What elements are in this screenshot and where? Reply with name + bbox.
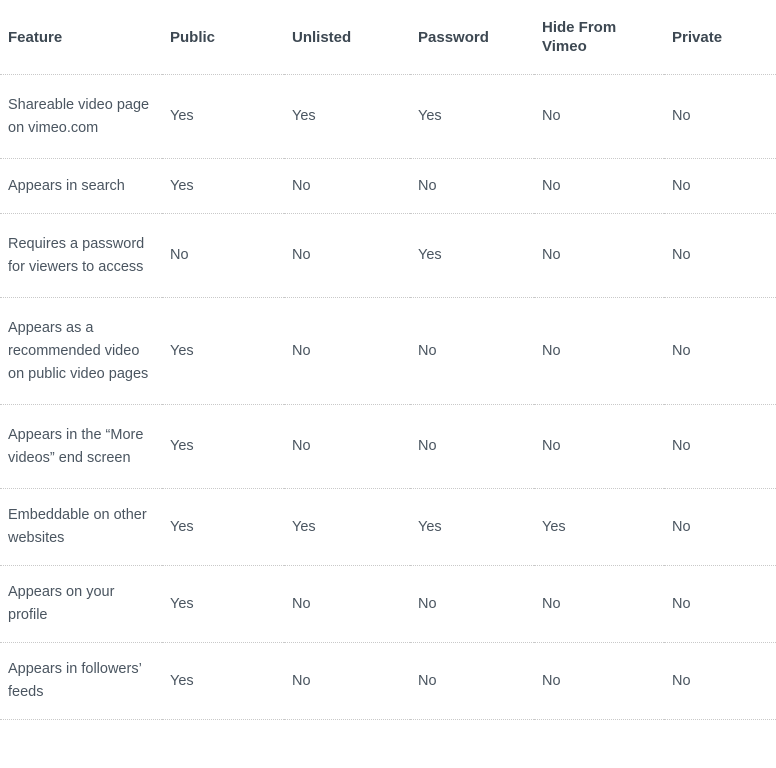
cell-public: Yes — [162, 297, 284, 405]
column-header-password: Password — [410, 0, 534, 75]
cell-public: Yes — [162, 404, 284, 489]
cell-public: Yes — [162, 74, 284, 159]
cell-hide-from-vimeo: Yes — [534, 488, 664, 566]
table-row: Appears on your profile Yes No No No No — [0, 565, 776, 643]
cell-password: No — [410, 404, 534, 489]
cell-public: No — [162, 213, 284, 298]
table-header: Feature Public Unlisted Password Hide Fr… — [0, 0, 776, 75]
cell-hide-from-vimeo: No — [534, 297, 664, 405]
table-row: Appears in followers’ feeds Yes No No No… — [0, 642, 776, 720]
cell-password: Yes — [410, 488, 534, 566]
cell-unlisted: No — [284, 213, 410, 298]
feature-label: Shareable video page on vimeo.com — [0, 74, 162, 159]
feature-label: Appears in the “More videos” end screen — [0, 404, 162, 489]
cell-hide-from-vimeo: No — [534, 74, 664, 159]
cell-public: Yes — [162, 158, 284, 214]
column-header-unlisted: Unlisted — [284, 0, 410, 75]
cell-unlisted: No — [284, 565, 410, 643]
cell-password: Yes — [410, 74, 534, 159]
cell-unlisted: No — [284, 404, 410, 489]
cell-unlisted: No — [284, 158, 410, 214]
cell-unlisted: No — [284, 297, 410, 405]
column-header-hide-from-vimeo: Hide From Vimeo — [534, 0, 664, 75]
cell-hide-from-vimeo: No — [534, 213, 664, 298]
cell-private: No — [664, 404, 776, 489]
cell-public: Yes — [162, 565, 284, 643]
column-header-feature: Feature — [0, 0, 162, 75]
cell-password: Yes — [410, 213, 534, 298]
cell-public: Yes — [162, 488, 284, 566]
cell-private: No — [664, 565, 776, 643]
feature-label: Appears in search — [0, 158, 162, 214]
cell-password: No — [410, 297, 534, 405]
table-body: Shareable video page on vimeo.com Yes Ye… — [0, 74, 776, 720]
cell-private: No — [664, 158, 776, 214]
feature-label: Appears on your profile — [0, 565, 162, 643]
cell-password: No — [410, 158, 534, 214]
privacy-comparison-table: Feature Public Unlisted Password Hide Fr… — [0, 0, 776, 720]
cell-unlisted: Yes — [284, 74, 410, 159]
cell-unlisted: No — [284, 642, 410, 720]
header-row: Feature Public Unlisted Password Hide Fr… — [0, 0, 776, 75]
table-row: Embeddable on other websites Yes Yes Yes… — [0, 488, 776, 566]
table-row: Requires a password for viewers to acces… — [0, 213, 776, 298]
cell-hide-from-vimeo: No — [534, 642, 664, 720]
feature-label: Appears in followers’ feeds — [0, 642, 162, 720]
table-row: Shareable video page on vimeo.com Yes Ye… — [0, 74, 776, 159]
cell-private: No — [664, 642, 776, 720]
feature-label: Embeddable on other websites — [0, 488, 162, 566]
cell-private: No — [664, 74, 776, 159]
feature-label: Requires a password for viewers to acces… — [0, 213, 162, 298]
cell-private: No — [664, 488, 776, 566]
table-row: Appears in the “More videos” end screen … — [0, 404, 776, 489]
cell-hide-from-vimeo: No — [534, 404, 664, 489]
cell-hide-from-vimeo: No — [534, 565, 664, 643]
column-header-private: Private — [664, 0, 776, 75]
feature-label: Appears as a recommended video on public… — [0, 297, 162, 405]
cell-hide-from-vimeo: No — [534, 158, 664, 214]
cell-private: No — [664, 213, 776, 298]
cell-password: No — [410, 565, 534, 643]
cell-private: No — [664, 297, 776, 405]
cell-password: No — [410, 642, 534, 720]
column-header-public: Public — [162, 0, 284, 75]
cell-public: Yes — [162, 642, 284, 720]
cell-unlisted: Yes — [284, 488, 410, 566]
table-row: Appears in search Yes No No No No — [0, 158, 776, 214]
table-row: Appears as a recommended video on public… — [0, 297, 776, 405]
